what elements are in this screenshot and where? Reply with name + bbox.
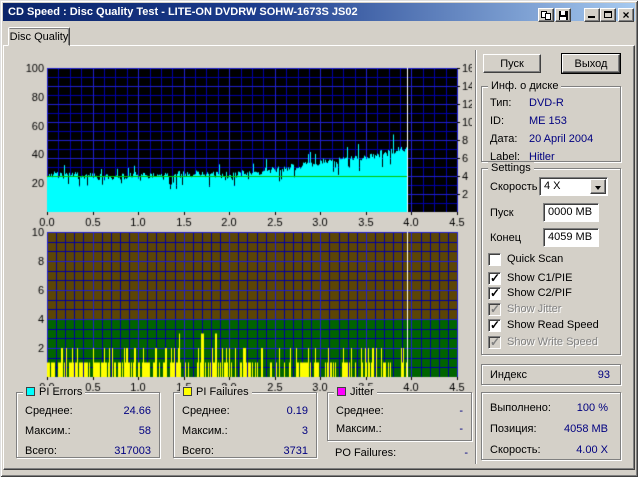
jitter-max-value: - (459, 423, 463, 435)
close-icon: × (622, 8, 630, 22)
index-label: Индекс (490, 369, 527, 381)
tab-disc-quality[interactable]: Disc Quality (8, 27, 70, 46)
checkbox-box[interactable] (488, 318, 501, 332)
checkbox-label: Show Read Speed (507, 319, 599, 331)
save-icon (556, 9, 570, 21)
po-failures-value: - (464, 447, 468, 459)
checkbox-label: Show Write Speed (507, 336, 598, 348)
checkbox-box (488, 302, 501, 316)
maximize-icon (601, 9, 615, 21)
close-button[interactable]: × (618, 8, 634, 22)
disc-date-label: Дата: (490, 133, 518, 145)
speed-label: Скорость (490, 181, 538, 193)
speed-dropdown-button[interactable] (590, 179, 606, 194)
index-panel: Индекс 93 (481, 364, 621, 385)
pi-failures-total-value: 3731 (283, 445, 308, 457)
po-failures-row: PO Failures: - (335, 447, 468, 460)
pi-failures-chart (18, 222, 472, 394)
jitter-title: Jitter (350, 386, 374, 398)
pi-errors-avg-value: 24.66 (123, 405, 151, 417)
pi-errors-chart (18, 58, 472, 228)
end-pos-label: Конец (490, 232, 522, 244)
progress-panel: Выполнено: 100 % Позиция: 4058 MB Скорос… (481, 392, 621, 460)
pi-failures-max-label: Максим.: (182, 425, 228, 437)
jitter-avg-label: Среднее: (336, 405, 384, 417)
checkbox-box[interactable] (488, 286, 501, 300)
progress-position-value: 4058 MB (563, 423, 608, 435)
minimize-button[interactable] (584, 8, 600, 22)
checkbox-label: Show C1/PIE (507, 272, 573, 284)
titlebar[interactable]: CD Speed : Disc Quality Test - LITE-ON D… (3, 3, 635, 22)
app-window: CD Speed : Disc Quality Test - LITE-ON D… (0, 0, 638, 477)
exit-button[interactable]: Выход (562, 54, 620, 73)
pi-failures-avg-value: 0.19 (286, 405, 308, 417)
progress-done-label: Выполнено: (490, 402, 551, 414)
checkbox-box[interactable] (488, 253, 501, 266)
checkbox-label: Show Jitter (507, 303, 562, 315)
disc-info-title: Инф. о диске (488, 80, 562, 92)
speed-select[interactable]: 4 X (539, 177, 608, 196)
disc-type-value: DVD-R (529, 97, 564, 109)
progress-speed-value: 4.00 X (576, 444, 608, 456)
end-pos-input[interactable]: 4059 MB (543, 228, 599, 247)
checkbox-label: Quick Scan (507, 253, 564, 265)
disc-type-label: Тип: (490, 97, 512, 109)
jitter-avg-value: - (459, 405, 463, 417)
pi-failures-swatch (183, 387, 192, 396)
vertical-separator (475, 50, 477, 464)
jitter-panel: Jitter Среднее: - Максим.: - (327, 386, 472, 441)
jitter-max-label: Максим.: (336, 423, 382, 435)
jitter-swatch (337, 387, 346, 396)
pi-failures-avg-label: Среднее: (182, 405, 230, 417)
settings-title: Settings (488, 162, 534, 174)
checkbox-box (488, 335, 501, 349)
copy-button[interactable] (538, 8, 554, 22)
settings-group: Settings Скорость 4 X Пуск 0000 MB Конец… (481, 162, 621, 355)
pi-failures-panel: PI Failures Среднее: 0.19 Максим.: 3 Все… (173, 386, 317, 458)
pi-errors-swatch (26, 387, 35, 396)
start-pos-input[interactable]: 0000 MB (543, 203, 599, 222)
save-button[interactable] (555, 8, 571, 22)
pi-failures-max-value: 3 (301, 425, 308, 437)
tab-label: Disc Quality (9, 31, 69, 43)
pi-errors-panel: PI Errors Среднее: 24.66 Максим.: 58 Все… (16, 386, 160, 458)
start-pos-label: Пуск (490, 207, 514, 219)
speed-value: 4 X (544, 180, 561, 192)
pi-errors-total-value: 317003 (114, 445, 151, 457)
pi-errors-max-value: 58 (138, 425, 151, 437)
disc-date-value: 20 April 2004 (529, 133, 594, 145)
progress-position-label: Позиция: (490, 423, 537, 435)
pi-errors-title: PI Errors (39, 386, 83, 398)
pi-errors-max-label: Максим.: (25, 425, 71, 437)
minimize-icon (585, 9, 599, 21)
pi-errors-total-label: Всего: (25, 445, 57, 457)
progress-done-value: 100 % (576, 402, 608, 414)
disc-id-value: ME 153 (529, 115, 567, 127)
index-value: 93 (597, 369, 610, 381)
disc-id-label: ID: (490, 115, 505, 127)
progress-speed-label: Скорость: (490, 444, 541, 456)
pi-errors-avg-label: Среднее: (25, 405, 73, 417)
checkbox-label: Show C2/PIF (507, 287, 572, 299)
maximize-button[interactable] (600, 8, 616, 22)
window-title: CD Speed : Disc Quality Test - LITE-ON D… (8, 6, 358, 18)
copy-icon (539, 9, 553, 21)
pi-failures-title: PI Failures (196, 386, 249, 398)
chevron-down-icon (595, 186, 601, 190)
start-button[interactable]: Пуск (483, 54, 541, 73)
checkbox-box[interactable] (488, 271, 501, 285)
disc-info-group: Инф. о диске Тип: DVD-R ID: ME 153 Дата:… (481, 80, 621, 163)
po-failures-label: PO Failures: (335, 447, 397, 459)
pi-failures-total-label: Всего: (182, 445, 214, 457)
